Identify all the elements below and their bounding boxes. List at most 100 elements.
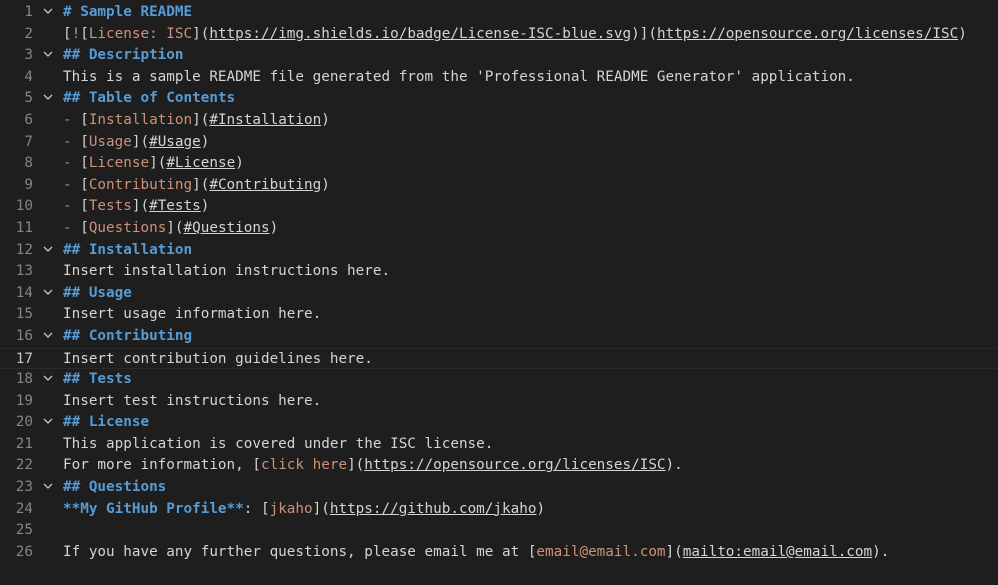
code-editor[interactable]: 1 # Sample README 2 [![License: ISC](https:… — [0, 0, 998, 585]
token-txt: This is a sample README file generated f… — [63, 68, 855, 85]
editor-line[interactable]: 22 For more information, [click here](htt… — [0, 455, 998, 477]
token-url[interactable]: #Tests — [149, 198, 201, 214]
token-txt: Insert installation instructions here. — [63, 263, 391, 280]
line-content[interactable]: For more information, [click here](https… — [63, 455, 683, 477]
token-h: ## Contributing — [63, 327, 193, 344]
line-content[interactable]: - [Questions](#Questions) — [63, 218, 278, 240]
editor-line[interactable]: 3 ## Description — [0, 45, 998, 67]
token-h: ## Tests — [63, 371, 132, 388]
token-url[interactable]: https://github.com/jkaho — [330, 501, 537, 517]
line-number: 3 — [24, 47, 33, 64]
token-url[interactable]: #Questions — [184, 220, 270, 236]
editor-line[interactable]: 14 ## Usage — [0, 283, 998, 305]
editor-line[interactable]: 9 - [Contributing](#Contributing) — [0, 175, 998, 197]
token-br: ) — [200, 198, 210, 215]
editor-line[interactable]: 13 Insert installation instructions here. — [0, 261, 998, 283]
editor-line[interactable]: 11 - [Questions](#Questions) — [0, 218, 998, 240]
line-content[interactable]: - [License](#License) — [63, 153, 244, 175]
line-content[interactable]: Insert usage information here. — [63, 304, 321, 326]
line-number: 5 — [24, 90, 33, 107]
editor-line[interactable]: 10 - [Tests](#Tests) — [0, 196, 998, 218]
token-br: ]( — [347, 457, 365, 474]
editor-line[interactable]: 25 — [0, 520, 998, 542]
line-content[interactable]: ## Installation — [63, 240, 192, 262]
line-number: 19 — [15, 392, 33, 409]
editor-line[interactable]: 7 - [Usage](#Usage) — [0, 132, 998, 154]
editor-line[interactable]: 17 Insert contribution guidelines here. — [0, 347, 998, 371]
editor-line[interactable]: 19 Insert test instructions here. — [0, 391, 998, 413]
line-content[interactable]: ## Usage — [63, 283, 132, 305]
fold-chevron-down-icon[interactable] — [41, 369, 55, 391]
line-content[interactable]: Insert contribution guidelines here. — [63, 349, 373, 371]
line-content[interactable]: # Sample README — [63, 2, 192, 24]
fold-chevron-down-icon[interactable] — [41, 240, 55, 262]
line-content[interactable]: - [Usage](#Usage) — [63, 132, 209, 154]
token-txt: This application is covered under the IS… — [63, 435, 494, 452]
line-content[interactable]: ## Table of Contents — [63, 88, 235, 110]
token-url[interactable]: mailto:email@email.com — [683, 544, 872, 560]
fold-chevron-down-icon[interactable] — [41, 477, 55, 499]
line-content[interactable]: ## Questions — [63, 477, 166, 499]
token-url[interactable]: https://opensource.org/licenses/ISC — [657, 26, 958, 42]
editor-line[interactable]: 6 - [Installation](#Installation) — [0, 110, 998, 132]
token-url[interactable]: #Contributing — [209, 177, 321, 193]
token-lst: - — [63, 219, 81, 236]
line-content[interactable]: **My GitHub Profile**: [jkaho](https://g… — [63, 499, 545, 521]
line-content[interactable]: ## Description — [63, 45, 184, 67]
line-content[interactable]: - [Contributing](#Contributing) — [63, 175, 330, 197]
editor-line[interactable]: 5 ## Table of Contents — [0, 88, 998, 110]
editor-line[interactable]: 1 # Sample README — [0, 2, 998, 24]
editor-line[interactable]: 20 ## License — [0, 412, 998, 434]
editor-line[interactable]: 8 - [License](#License) — [0, 153, 998, 175]
editor-line[interactable]: 16 ## Contributing — [0, 326, 998, 348]
editor-line[interactable]: 21 This application is covered under the … — [0, 434, 998, 456]
fold-chevron-down-icon[interactable] — [41, 88, 55, 110]
editor-line[interactable]: 4 This is a sample README file generated … — [0, 67, 998, 89]
token-lst: - — [63, 198, 81, 215]
token-br: ) — [321, 176, 330, 193]
editor-line[interactable]: 12 ## Installation — [0, 240, 998, 262]
token-url[interactable]: #Usage — [149, 134, 201, 150]
line-content[interactable]: Insert installation instructions here. — [63, 261, 390, 283]
token-url[interactable]: https://img.shields.io/badge/License-ISC… — [209, 26, 631, 42]
token-url[interactable]: https://opensource.org/licenses/ISC — [364, 457, 665, 473]
line-number: 24 — [15, 500, 33, 517]
token-br: ) — [200, 133, 210, 150]
line-content[interactable]: [![License: ISC](https://img.shields.io/… — [63, 24, 967, 46]
fold-chevron-down-icon[interactable] — [41, 45, 55, 67]
token-url[interactable]: #License — [166, 155, 235, 171]
line-content[interactable]: - [Installation](#Installation) — [63, 110, 330, 132]
line-number: 2 — [24, 25, 33, 42]
editor-line[interactable]: 24 **My GitHub Profile**: [jkaho](https:/… — [0, 499, 998, 521]
editor-line[interactable]: 26 If you have any further questions, ple… — [0, 542, 998, 564]
line-content[interactable]: This application is covered under the IS… — [63, 434, 493, 456]
line-content[interactable]: If you have any further questions, pleas… — [63, 542, 889, 564]
token-br: ) — [235, 155, 244, 172]
line-content[interactable]: This is a sample README file generated f… — [63, 67, 855, 89]
token-br: ). — [665, 457, 683, 474]
line-content[interactable]: Insert test instructions here. — [63, 391, 321, 413]
token-br: ]( — [166, 219, 184, 236]
line-content[interactable]: ## Contributing — [63, 326, 192, 348]
token-url[interactable]: #Installation — [209, 112, 321, 128]
fold-chevron-down-icon[interactable] — [41, 283, 55, 305]
editor-line[interactable]: 15 Insert usage information here. — [0, 304, 998, 326]
token-lt: Installation — [88, 111, 193, 128]
line-number: 7 — [24, 133, 33, 150]
fold-chevron-down-icon[interactable] — [41, 2, 55, 24]
fold-chevron-down-icon[interactable] — [41, 326, 55, 348]
editor-line[interactable]: 23 ## Questions — [0, 477, 998, 499]
token-br: [ — [80, 155, 89, 172]
editor-line[interactable]: 18 ## Tests — [0, 369, 998, 391]
line-content[interactable]: - [Tests](#Tests) — [63, 196, 209, 218]
token-br: [ — [252, 457, 261, 474]
token-br: ]( — [312, 500, 330, 517]
line-content[interactable]: ## License — [63, 412, 149, 434]
token-br: ) — [958, 25, 967, 42]
token-br: ]( — [149, 155, 167, 172]
token-lt: ! — [71, 25, 81, 42]
editor-line[interactable]: 2 [![License: ISC](https://img.shields.io… — [0, 24, 998, 46]
fold-chevron-down-icon[interactable] — [41, 412, 55, 434]
line-content[interactable]: ## Tests — [63, 369, 132, 391]
token-br: ]( — [192, 111, 210, 128]
